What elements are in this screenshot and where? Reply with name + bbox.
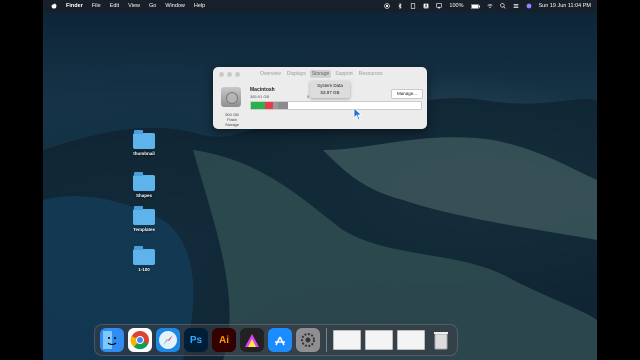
recent-window-thumbnail[interactable]	[365, 330, 393, 350]
tab-bar: Overview Displays Storage Support Resour…	[258, 70, 385, 78]
available-space-prefix: 385.91 GB	[250, 94, 270, 99]
illustrator-icon[interactable]: Ai	[212, 328, 236, 352]
trash-icon[interactable]	[429, 328, 453, 352]
dock: Ps Ai	[94, 324, 458, 356]
wifi-icon[interactable]	[486, 3, 493, 9]
folder-label: 1-100	[138, 267, 150, 272]
siri-icon[interactable]	[526, 3, 532, 9]
zoom-button[interactable]	[235, 72, 240, 77]
app-store-icon[interactable]	[268, 328, 292, 352]
battery-percent[interactable]: 100%	[449, 3, 463, 9]
menu-window[interactable]: Window	[165, 3, 185, 9]
dock-separator	[326, 328, 327, 352]
recent-window-thumbnail[interactable]	[397, 330, 425, 350]
chrome-icon[interactable]	[128, 328, 152, 352]
storage-segment-0[interactable]	[251, 102, 265, 109]
folder-1-100[interactable]: 1-100	[124, 246, 164, 272]
tooltip-value: 53.97 GB	[320, 90, 340, 95]
control-center-icon[interactable]	[513, 3, 519, 9]
safari-icon[interactable]	[156, 328, 180, 352]
storage-tooltip: System Data 53.97 GB	[310, 81, 350, 98]
close-button[interactable]	[219, 72, 224, 77]
folder-icon	[133, 246, 155, 265]
tab-displays[interactable]: Displays	[285, 70, 308, 78]
apple-icon[interactable]	[51, 3, 57, 9]
folder-label: thumbnail	[133, 151, 155, 156]
final-cut-icon[interactable]	[240, 328, 264, 352]
menu-help[interactable]: Help	[194, 3, 205, 9]
settings-icon[interactable]	[296, 328, 320, 352]
menu-clock[interactable]: Sun 19 Jun 11:04 PM	[539, 3, 592, 9]
storage-type-label: Flash Storage	[224, 117, 239, 127]
adobe-icon[interactable]	[423, 3, 429, 9]
folder-label: Shapes	[135, 193, 152, 198]
mouse-cursor-icon	[353, 107, 363, 121]
airplay-icon[interactable]	[436, 3, 443, 9]
tooltip-title: System Data	[317, 83, 343, 88]
clipboard-icon[interactable]	[410, 3, 416, 9]
tab-storage[interactable]: Storage	[309, 70, 332, 78]
storage-segment-3[interactable]	[278, 102, 289, 109]
manage-button[interactable]: Manage...	[391, 89, 423, 99]
record-icon[interactable]	[384, 3, 391, 9]
folder-shapes[interactable]: Shapes	[124, 172, 164, 198]
photoshop-icon[interactable]: Ps	[184, 328, 208, 352]
menu-edit[interactable]: Edit	[110, 3, 119, 9]
hard-disk-icon	[221, 87, 241, 107]
minimize-button[interactable]	[227, 72, 232, 77]
tab-resources[interactable]: Resources	[357, 70, 385, 78]
folder-thumbnail[interactable]: thumbnail	[124, 130, 164, 156]
menu-app-name[interactable]: Finder	[66, 3, 83, 9]
bluetooth-icon[interactable]	[397, 3, 403, 9]
disk-capacity: 500 GB Flash Storage	[221, 112, 243, 127]
menu-go[interactable]: Go	[149, 3, 156, 9]
volume-name: Macintosh	[250, 87, 275, 93]
recent-window-thumbnail[interactable]	[333, 330, 361, 350]
tab-overview[interactable]: Overview	[258, 70, 283, 78]
folder-templates[interactable]: Templates	[124, 206, 164, 232]
folder-icon	[133, 130, 155, 149]
window-controls	[219, 72, 240, 77]
storage-segment-1[interactable]	[264, 102, 274, 109]
menu-bar: Finder File Edit View Go Window Help 100…	[43, 0, 597, 12]
storage-usage-bar[interactable]	[250, 101, 422, 110]
menu-file[interactable]: File	[92, 3, 101, 9]
about-this-mac-window: Overview Displays Storage Support Resour…	[213, 67, 427, 129]
finder-icon[interactable]	[100, 328, 124, 352]
tab-support[interactable]: Support	[333, 70, 355, 78]
folder-icon	[133, 172, 155, 191]
desktop: Finder File Edit View Go Window Help 100…	[43, 0, 597, 360]
battery-icon[interactable]	[470, 3, 480, 9]
folder-icon	[133, 206, 155, 225]
search-icon[interactable]	[499, 3, 506, 9]
menu-view[interactable]: View	[128, 3, 140, 9]
folder-label: Templates	[133, 227, 155, 232]
